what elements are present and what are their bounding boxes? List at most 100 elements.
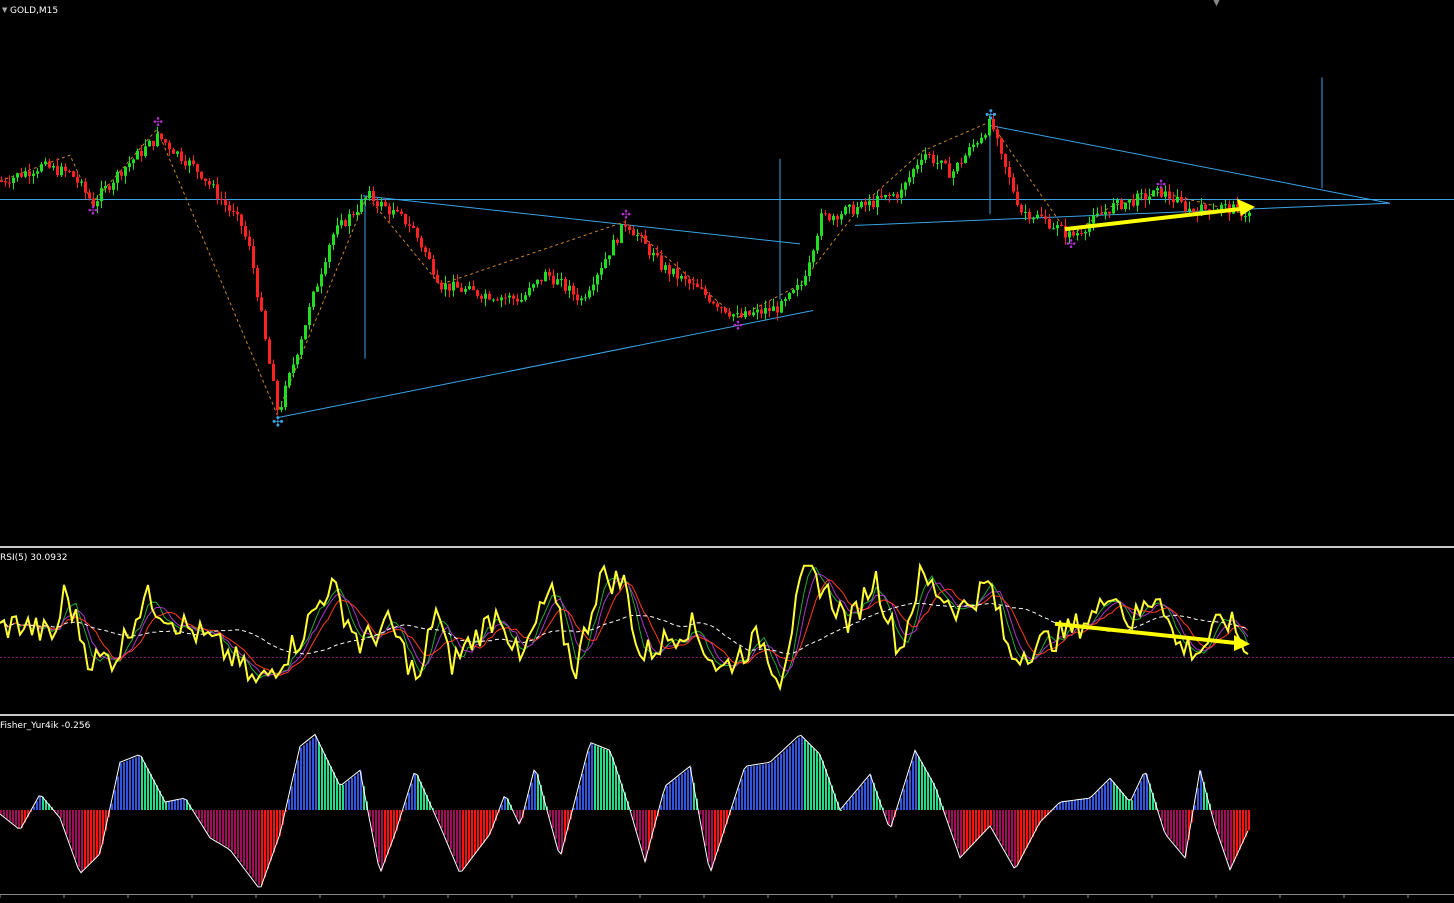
fisher-bar	[903, 788, 905, 810]
fisher-bar	[774, 759, 776, 810]
candle-body	[668, 265, 671, 275]
candle-body	[736, 313, 739, 315]
candle-body	[204, 178, 207, 182]
swing-point-marker: ✣	[272, 415, 284, 431]
candle-body	[708, 295, 711, 302]
candle-body	[576, 294, 579, 301]
fisher-bar	[486, 810, 488, 839]
candle-body	[856, 207, 859, 215]
fisher-bar	[684, 771, 686, 810]
fisher-bar	[63, 810, 65, 826]
candle-body	[156, 133, 159, 147]
fisher-bar	[1224, 810, 1226, 852]
fisher-bar	[201, 810, 203, 824]
candle-body	[696, 283, 699, 288]
fisher-bar	[588, 751, 590, 810]
candle-body	[780, 301, 783, 313]
candle-body	[540, 279, 543, 282]
fisher-bar	[270, 810, 272, 861]
candle-body	[752, 312, 755, 316]
fractal-down-marker: ✣	[1066, 237, 1076, 251]
candle-body	[404, 213, 407, 225]
candle-body	[728, 312, 731, 317]
fisher-pane[interactable]: Fisher_Yur4ik -0.256	[0, 716, 1454, 894]
fisher-bar	[1182, 810, 1184, 854]
fisher-bar	[1137, 787, 1139, 810]
candle-body	[500, 297, 503, 301]
fisher-bar	[645, 810, 647, 861]
collapse-arrow-icon[interactable]: ▼	[2, 6, 7, 14]
fisher-bar	[1068, 801, 1070, 810]
candle-body	[872, 200, 875, 208]
candle-body	[224, 199, 227, 206]
fisher-bar	[606, 749, 608, 810]
fisher-bar	[1095, 793, 1097, 810]
fisher-bar	[555, 810, 557, 839]
fisher-bar	[999, 810, 1001, 842]
fisher-bar	[927, 772, 929, 810]
candle-body	[368, 191, 371, 199]
candle-body	[264, 310, 267, 340]
price-chart-pane[interactable]: ✣ ✣ ✣ ✣ ✣ ✣ ✣ ✣ GOLD,M15 ▼ ▼	[0, 0, 1454, 546]
fisher-bar	[330, 766, 332, 810]
fisher-bar	[1026, 810, 1028, 848]
fisher-bar	[9, 810, 11, 821]
candle-body	[592, 284, 595, 291]
candle-body	[1224, 204, 1227, 206]
fisher-bar	[249, 810, 251, 874]
candle-body	[140, 150, 143, 156]
candle-body	[512, 295, 515, 299]
fisher-bar	[945, 810, 947, 815]
fisher-bar	[1029, 810, 1031, 843]
candle-body	[1136, 193, 1139, 206]
candle-body	[832, 215, 835, 221]
fisher-bar	[321, 748, 323, 810]
fisher-bar	[888, 810, 890, 825]
fractal-up-marker: ✣	[621, 207, 631, 221]
price-chart[interactable]: ✣ ✣ ✣ ✣ ✣ ✣ ✣ ✣	[0, 0, 1454, 546]
candle-body	[816, 235, 819, 251]
candle-body	[808, 262, 811, 277]
fisher-bar	[672, 781, 674, 810]
fisher-bar	[57, 810, 59, 815]
fisher-bar	[72, 810, 74, 851]
candle-body	[280, 407, 283, 410]
fisher-bar	[987, 810, 989, 829]
candle-body	[324, 262, 327, 275]
candle-body	[436, 274, 439, 283]
candle-body	[144, 146, 147, 156]
candle-body	[276, 380, 279, 410]
fisher-bar	[12, 810, 14, 824]
fisher-bar	[195, 810, 197, 814]
candle-body	[888, 195, 891, 197]
candle-body	[424, 247, 427, 253]
fisher-bar	[324, 754, 326, 810]
candle-body	[928, 154, 931, 156]
candle-body	[776, 306, 779, 313]
candle-body	[944, 160, 947, 164]
rsi-pane[interactable]: RSI(5) 30.0932	[0, 548, 1454, 714]
candle-body	[336, 225, 339, 235]
fisher-bar	[471, 810, 473, 859]
candle-body	[528, 287, 531, 296]
candle-body	[520, 299, 523, 302]
fisher-bar	[78, 810, 80, 867]
fisher-bar	[135, 757, 137, 810]
candle-body	[152, 140, 155, 147]
shift-marker-icon[interactable]: ▼	[1213, 0, 1220, 8]
fisher-bar	[1164, 810, 1166, 831]
candle-body	[676, 268, 679, 279]
fisher-bar	[417, 775, 419, 810]
fisher-bar	[975, 810, 977, 842]
fisher-bar	[210, 810, 212, 838]
fisher-bar	[228, 810, 230, 848]
fisher-bar	[1074, 800, 1076, 810]
candle-body	[956, 162, 959, 172]
fisher-bar	[984, 810, 986, 832]
fisher-bar	[294, 773, 296, 810]
candle-body	[1108, 211, 1111, 214]
fisher-bar	[261, 810, 263, 886]
fisher-bar	[1002, 810, 1004, 847]
candle-body	[508, 295, 511, 298]
fisher-bar	[378, 810, 380, 863]
